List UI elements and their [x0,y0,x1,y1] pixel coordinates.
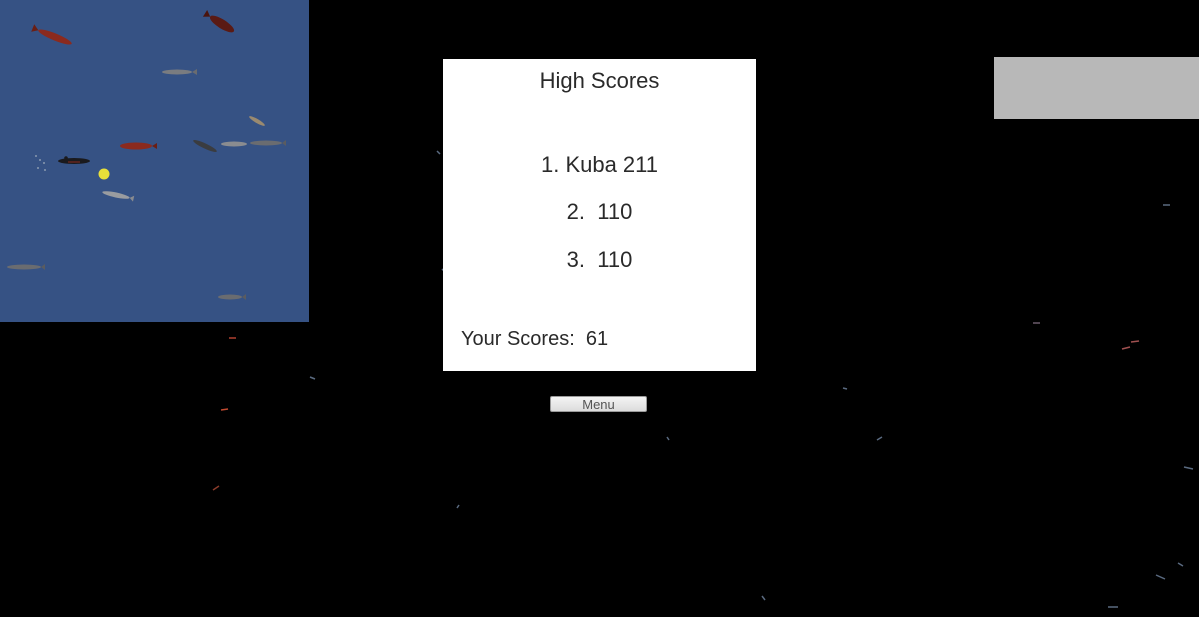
fish-speck [1183,466,1194,470]
grey-fish [221,141,247,147]
fish-speck [666,436,670,441]
fish-speck [842,387,848,390]
minimap [0,0,309,322]
fish-speck [1155,574,1166,580]
fish-speck [1121,346,1131,350]
grey-fish [218,294,246,300]
game-scene: High Scores 1. Kuba 211 2. 110 3. 110 Yo… [0,0,1199,617]
fish-speck [212,485,220,491]
fish-speck [436,150,441,155]
fish-speck [309,376,316,380]
fish-speck [761,595,766,601]
score-entry-2: 2. 110 [566,199,633,224]
minimap-fish [7,10,286,300]
bubbles [35,155,46,171]
grey-fish [249,116,265,126]
grey-fish [162,69,197,75]
menu-button[interactable]: Menu [550,396,647,412]
corner-panel [994,57,1199,119]
score-entry-1: 1. Kuba 211 [540,152,659,177]
grey-fish [250,140,286,146]
red-fish [31,24,72,45]
grey-fish [102,191,135,202]
fish-speck [876,436,883,441]
grey-fish [193,140,217,152]
high-scores-title: High Scores [539,68,660,93]
fish-speck [1177,562,1184,567]
fish-speck [1130,340,1140,343]
your-score-label: Your Scores: 61 [461,328,609,350]
fish-speck [456,504,460,509]
red-fish [120,142,157,150]
black-fish [58,156,90,164]
high-scores-panel: High Scores 1. Kuba 211 2. 110 3. 110 Yo… [443,59,756,371]
red-fish [202,10,235,33]
player-fish [98,168,110,180]
grey-fish [7,264,45,270]
score-entry-3: 3. 110 [566,247,633,272]
fish-speck [220,408,229,411]
